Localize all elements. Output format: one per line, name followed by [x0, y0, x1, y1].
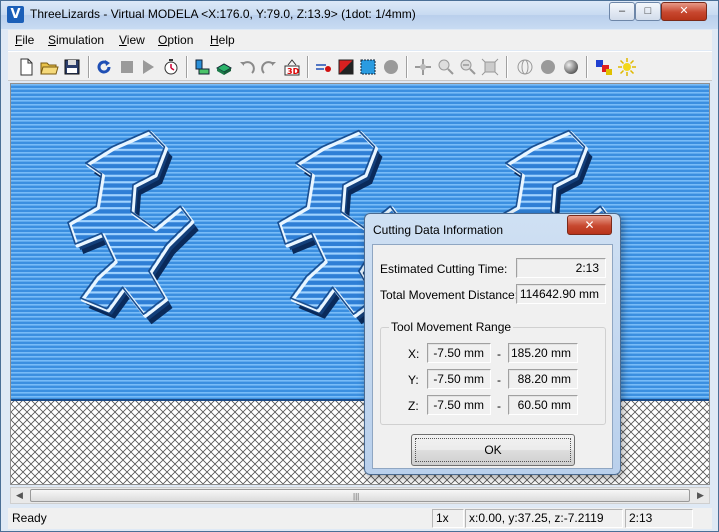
- range-y-axis: Y:: [408, 373, 419, 387]
- total-distance-value: 114642.90 mm: [516, 284, 606, 304]
- toolbar-separator: [506, 56, 508, 78]
- ok-button[interactable]: OK: [411, 434, 575, 466]
- machine-icon[interactable]: [192, 57, 212, 77]
- sphere-icon[interactable]: [381, 57, 401, 77]
- estimated-time-label: Estimated Cutting Time:: [380, 262, 508, 276]
- zoom-in-icon[interactable]: [436, 57, 456, 77]
- range-y-separator: -: [497, 373, 501, 387]
- rotate-right-icon[interactable]: [259, 57, 279, 77]
- minimize-button[interactable]: –: [609, 2, 635, 21]
- workpiece-icon[interactable]: [214, 57, 234, 77]
- move-icon[interactable]: [413, 57, 433, 77]
- range-z-min: -7.50 mm: [427, 395, 491, 415]
- svg-text:3D: 3D: [287, 67, 300, 76]
- scroll-right-arrow[interactable]: ▶: [692, 488, 709, 503]
- menu-option[interactable]: Option: [158, 33, 193, 47]
- colors-icon[interactable]: [594, 57, 614, 77]
- range-y-min: -7.50 mm: [427, 369, 491, 389]
- select-area-icon[interactable]: [358, 57, 378, 77]
- new-file-icon[interactable]: [16, 57, 36, 77]
- toolbar-separator: [406, 56, 408, 78]
- menu-view-label: iew: [126, 33, 145, 47]
- range-y-max: 88.20 mm: [508, 369, 578, 389]
- window-title: ThreeLizards - Virtual MODELA <X:176.0, …: [30, 7, 416, 21]
- range-z-axis: Z:: [408, 399, 419, 413]
- zoom-out-icon[interactable]: [458, 57, 478, 77]
- tool-movement-range-title: Tool Movement Range: [389, 320, 514, 334]
- menu-bar: File Simulation View Option Help: [8, 30, 712, 50]
- stop-icon[interactable]: [117, 57, 137, 77]
- range-x-axis: X:: [408, 347, 420, 361]
- play-icon[interactable]: [138, 57, 158, 77]
- range-z-separator: -: [497, 399, 501, 413]
- rotate-left-icon[interactable]: [237, 57, 257, 77]
- refresh-icon[interactable]: [94, 57, 114, 77]
- range-x-max: 185.20 mm: [508, 343, 578, 363]
- menu-file[interactable]: File: [15, 33, 34, 47]
- toolbar-separator: [586, 56, 588, 78]
- cutting-data-dialog: Cutting Data Information ✕ Estimated Cut…: [364, 213, 621, 475]
- fit-icon[interactable]: [480, 57, 500, 77]
- menu-help-mnemonic: H: [210, 33, 219, 47]
- menu-simulation[interactable]: Simulation: [48, 33, 104, 47]
- dialog-body: Estimated Cutting Time: 2:13 Total Movem…: [372, 244, 613, 469]
- render-solid-icon[interactable]: [538, 57, 558, 77]
- toolbar-separator: [307, 56, 309, 78]
- status-coordinates: x:0.00, y:37.25, z:-7.2119: [465, 509, 623, 528]
- menu-simulation-mnemonic: S: [48, 33, 57, 47]
- light-icon[interactable]: [617, 57, 637, 77]
- menu-simulation-label: imulation: [56, 33, 105, 47]
- dialog-title: Cutting Data Information: [373, 223, 504, 237]
- horizontal-scrollbar[interactable]: ◀ ||| ▶: [10, 487, 710, 504]
- status-message: Ready: [12, 511, 47, 525]
- toolbar-separator: [88, 56, 90, 78]
- menu-view[interactable]: View: [119, 33, 145, 47]
- toolbar: 3D: [8, 51, 712, 81]
- menu-option-label: ption: [167, 33, 194, 47]
- timer-icon[interactable]: [161, 57, 181, 77]
- estimated-time-value: 2:13: [516, 258, 606, 278]
- menu-help[interactable]: Help: [210, 33, 235, 47]
- menu-file-label: ile: [22, 33, 35, 47]
- status-zoom: 1x: [432, 509, 464, 528]
- cutting-path-icon[interactable]: [313, 57, 333, 77]
- status-bar: Ready 1x x:0.00, y:37.25, z:-7.2119 2:13: [8, 508, 712, 529]
- total-distance-label: Total Movement Distance:: [380, 288, 519, 302]
- 3d-view-icon[interactable]: 3D: [282, 57, 302, 77]
- dialog-close-button[interactable]: ✕: [567, 215, 612, 235]
- menu-help-label: elp: [218, 33, 235, 47]
- title-bar[interactable]: V ThreeLizards - Virtual MODELA <X:176.0…: [1, 1, 718, 29]
- range-x-min: -7.50 mm: [427, 343, 491, 363]
- scroll-thumb[interactable]: |||: [30, 489, 690, 502]
- save-icon[interactable]: [62, 57, 82, 77]
- render-wire-icon[interactable]: [515, 57, 535, 77]
- range-z-max: 60.50 mm: [508, 395, 578, 415]
- scroll-left-arrow[interactable]: ◀: [11, 488, 28, 503]
- status-time: 2:13: [625, 509, 693, 528]
- open-folder-icon[interactable]: [39, 57, 59, 77]
- close-button[interactable]: ✕: [661, 2, 707, 21]
- range-x-separator: -: [497, 347, 501, 361]
- menu-option-mnemonic: O: [158, 33, 168, 47]
- app-icon[interactable]: V: [7, 6, 24, 23]
- red-shape-icon[interactable]: [336, 57, 356, 77]
- render-shaded-icon[interactable]: [561, 57, 581, 77]
- toolbar-separator: [186, 56, 188, 78]
- menu-view-mnemonic: V: [119, 33, 127, 47]
- scroll-grip: |||: [353, 492, 360, 501]
- maximize-button[interactable]: □: [635, 2, 661, 21]
